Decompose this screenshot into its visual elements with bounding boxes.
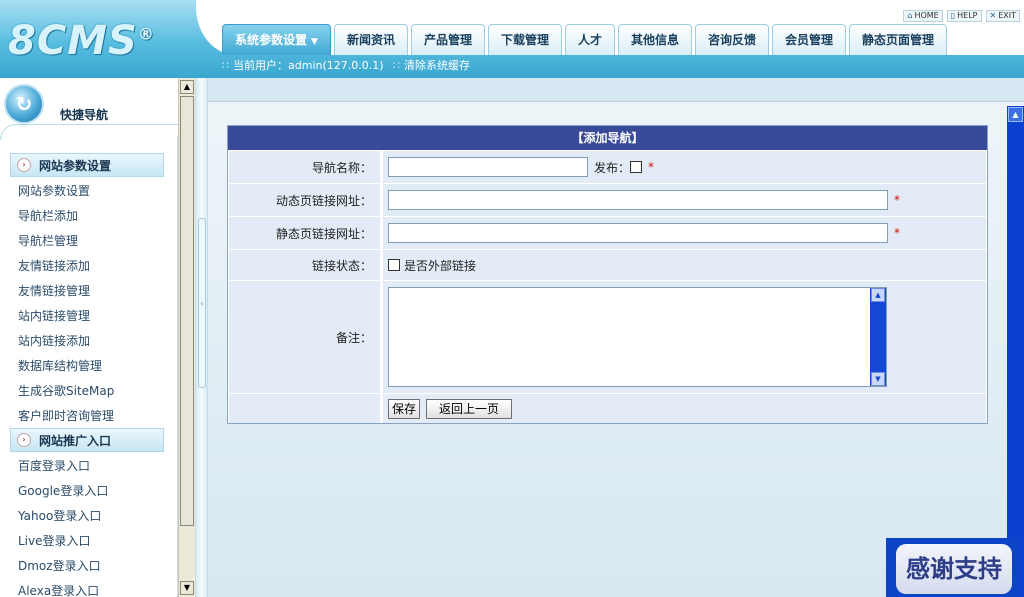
home-icon: ⌂: [907, 11, 913, 20]
sidebar-item-friend-link-manage[interactable]: 友情链接管理: [18, 282, 90, 299]
row-nav-name: 导航名称： 发布： *: [229, 150, 986, 183]
sidebar-item-nav-add[interactable]: 导航栏添加: [18, 207, 78, 224]
note-textarea[interactable]: ▲ ▼: [388, 287, 887, 387]
sidebar-item-sitemap[interactable]: 生成谷歌SiteMap: [18, 382, 114, 399]
add-nav-form: 【添加导航】 导航名称： 发布： * 动态页链接网址： * 静态页链接网址： *…: [227, 125, 988, 424]
logo: 8CMS®: [8, 18, 155, 64]
nav-name-input[interactable]: [388, 157, 588, 177]
main-tabs: 系统参数设置 ▼ 新闻资讯 产品管理 下载管理 人才 其他信息 咨询反馈 会员管理…: [222, 24, 948, 55]
tab-downloads[interactable]: 下载管理: [487, 24, 562, 55]
exit-icon: ✕: [989, 11, 997, 20]
collapse-handle-icon[interactable]: ‹: [198, 218, 206, 388]
dynamic-url-label: 动态页链接网址：: [229, 184, 380, 216]
bullet-icon: ∷: [393, 59, 401, 72]
dynamic-url-input[interactable]: [388, 190, 888, 210]
textarea-scrollbar[interactable]: ▲ ▼: [870, 288, 886, 386]
sidebar-item-live-consult[interactable]: 客户即时咨询管理: [18, 407, 114, 424]
row-link-status: 链接状态： 是否外部链接: [229, 249, 986, 280]
sidebar-section-promotion[interactable]: › 网站推广入口: [10, 428, 164, 452]
sidebar-item-nav-manage[interactable]: 导航栏管理: [18, 232, 78, 249]
row-dynamic-url: 动态页链接网址： *: [229, 183, 986, 216]
sidebar-divider: [0, 124, 178, 140]
status-bar: ∷ 当前用户：admin(127.0.0.1) ∷ 清除系统缓存: [222, 56, 470, 76]
scrollbar-thumb[interactable]: [180, 96, 194, 526]
note-label: 备注：: [229, 281, 380, 393]
tab-talent[interactable]: 人才: [564, 24, 615, 55]
sidebar-item-dmoz[interactable]: Dmoz登录入口: [18, 557, 101, 574]
sidebar-scrollbar[interactable]: ▲ ▼: [178, 78, 195, 597]
scroll-up-arrow-icon[interactable]: ▲: [180, 80, 194, 94]
form-title: 【添加导航】: [228, 126, 987, 150]
refresh-globe-icon: ↻: [4, 84, 44, 124]
row-actions: 保存 返回上一页: [229, 393, 986, 423]
tab-static-pages[interactable]: 静态页面管理: [849, 24, 948, 55]
static-url-label: 静态页链接网址：: [229, 217, 380, 249]
bullet-icon: ∷: [222, 59, 229, 72]
publish-label: 发布：: [594, 160, 631, 175]
clear-cache-link[interactable]: ∷ 清除系统缓存: [393, 59, 470, 72]
required-mark: *: [894, 226, 900, 240]
link-status-label: 链接状态：: [229, 250, 380, 280]
publish-checkbox[interactable]: [630, 161, 643, 173]
chevron-right-icon: ›: [17, 158, 31, 172]
external-link-checkbox[interactable]: [388, 259, 400, 271]
sidebar: ↻ 快捷导航 › 网站参数设置 网站参数设置 导航栏添加 导航栏管理 友情链接添加…: [0, 78, 178, 597]
sidebar-item-internal-link-manage[interactable]: 站内链接管理: [18, 307, 90, 324]
thanks-badge-label: 感谢支持: [896, 544, 1012, 594]
external-link-label: 是否外部链接: [404, 258, 477, 273]
content-top-strip: [208, 78, 1024, 102]
top-header: 8CMS® ⌂ HOME ▯ HELP ✕ EXIT 系统参数设置 ▼ 新闻资讯 产品管…: [0, 0, 1024, 78]
tab-system-settings[interactable]: 系统参数设置 ▼: [222, 24, 331, 55]
tab-products[interactable]: 产品管理: [410, 24, 485, 55]
required-mark: *: [894, 193, 900, 207]
sidebar-item-live[interactable]: Live登录入口: [18, 532, 91, 549]
tab-feedback[interactable]: 咨询反馈: [695, 24, 770, 55]
sidebar-item-site-settings[interactable]: 网站参数设置: [18, 182, 90, 199]
tab-other-info[interactable]: 其他信息: [618, 24, 693, 55]
nav-name-label: 导航名称：: [229, 151, 380, 183]
scroll-up-arrow-icon[interactable]: ▲: [871, 288, 885, 302]
current-user: 当前用户：admin(127.0.0.1): [233, 59, 384, 72]
sidebar-item-baidu[interactable]: 百度登录入口: [18, 457, 90, 474]
sidebar-item-alexa[interactable]: Alexa登录入口: [18, 582, 99, 597]
scroll-down-arrow-icon[interactable]: ▼: [871, 372, 885, 386]
row-note: 备注： ▲ ▼: [229, 280, 986, 393]
sidebar-item-friend-link-add[interactable]: 友情链接添加: [18, 257, 90, 274]
sidebar-item-db-structure[interactable]: 数据库结构管理: [18, 357, 102, 374]
save-button[interactable]: 保存: [388, 398, 421, 419]
static-url-input[interactable]: [388, 223, 888, 243]
top-links: ⌂ HOME ▯ HELP ✕ EXIT: [903, 10, 1020, 22]
help-icon: ▯: [950, 11, 956, 20]
sidebar-item-internal-link-add[interactable]: 站内链接添加: [18, 332, 90, 349]
sidebar-item-yahoo[interactable]: Yahoo登录入口: [18, 507, 101, 524]
chevron-down-icon: ▼: [311, 37, 318, 47]
exit-link[interactable]: ✕ EXIT: [985, 10, 1020, 22]
frame-splitter[interactable]: ‹: [195, 78, 208, 597]
tab-news[interactable]: 新闻资讯: [333, 24, 408, 55]
chevron-right-icon: ›: [17, 433, 31, 447]
home-link[interactable]: ⌂ HOME: [903, 10, 943, 22]
scroll-down-arrow-icon[interactable]: ▼: [180, 581, 194, 595]
sidebar-title: 快捷导航: [60, 108, 109, 122]
tab-members[interactable]: 会员管理: [772, 24, 847, 55]
sidebar-section-site-settings[interactable]: › 网站参数设置: [10, 153, 164, 177]
sidebar-item-google[interactable]: Google登录入口: [18, 482, 108, 499]
scroll-up-arrow-icon[interactable]: ▲: [1008, 107, 1023, 122]
required-mark: *: [648, 160, 655, 174]
back-button[interactable]: 返回上一页: [426, 398, 513, 419]
thanks-badge[interactable]: 感谢支持: [886, 538, 1020, 597]
row-static-url: 静态页链接网址： *: [229, 216, 986, 249]
help-link[interactable]: ▯ HELP: [946, 10, 982, 22]
main-scrollbar[interactable]: ▲: [1007, 106, 1024, 597]
